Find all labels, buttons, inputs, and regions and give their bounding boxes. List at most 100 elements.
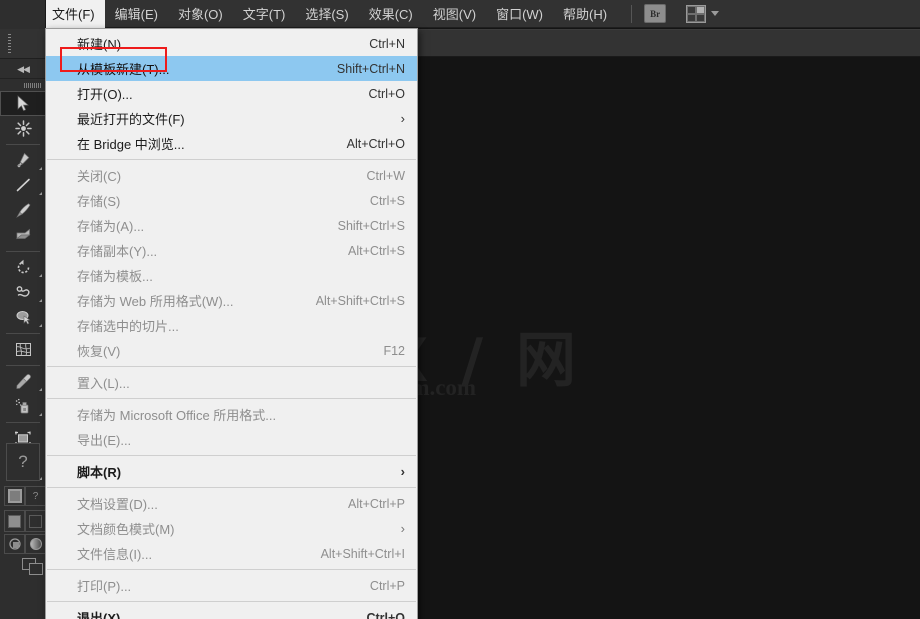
symbol-sprayer-tool[interactable] [0, 394, 46, 419]
default-fill-stroke-button[interactable] [4, 486, 25, 506]
menu-row-17[interactable]: 文档设置(D)... Alt+Ctrl+P [46, 491, 417, 516]
menu-row-label: 文件信息(I)... [77, 547, 153, 562]
menu-row-shortcut: F12 [383, 343, 405, 358]
menu-item-0[interactable]: 文件(F) [42, 0, 105, 28]
menu-row-7[interactable]: 存储为(A)... Shift+Ctrl+S [46, 213, 417, 238]
menu-row-label: 打印(P)... [77, 579, 132, 594]
menu-row-5[interactable]: 关闭(C) Ctrl+W [46, 163, 417, 188]
menu-row-20[interactable]: 打印(P)... Ctrl+P [46, 573, 417, 598]
menu-row-label: 置入(L)... [77, 376, 130, 391]
menu-row-label: 关闭(C) [77, 169, 122, 184]
menu-item-8[interactable]: 帮助(H) [553, 0, 617, 28]
placeholder-tool-button[interactable]: ? [6, 443, 40, 481]
menu-row-11[interactable]: 存储选中的切片... [46, 313, 417, 338]
menu-row-shortcut: Shift+Ctrl+N [336, 61, 405, 76]
menu-row-2[interactable]: 打开(O)... Ctrl+O [46, 81, 417, 106]
menu-row-label: 打开(O)... [77, 87, 133, 102]
stroke-swatch[interactable] [25, 510, 46, 532]
menu-row-13[interactable]: 置入(L)... [46, 370, 417, 395]
menu-separator [47, 159, 416, 160]
fill-swatch[interactable] [4, 510, 25, 532]
menu-row-label: 退出(X) [77, 611, 121, 619]
menu-row-shortcut: Alt+Shift+Ctrl+S [315, 293, 405, 308]
menu-row-19[interactable]: 文件信息(I)... Alt+Shift+Ctrl+I [46, 541, 417, 566]
screen-mode-button[interactable] [22, 558, 46, 576]
tool-group-indicator-icon [39, 413, 42, 416]
menu-row-4[interactable]: 在 Bridge 中浏览... Alt+Ctrl+O [46, 131, 417, 156]
bridge-icon[interactable]: Br [644, 4, 667, 23]
chevron-down-icon [711, 11, 720, 16]
menu-row-label: 导出(E)... [77, 433, 132, 448]
menu-row-8[interactable]: 存储副本(Y)... Alt+Ctrl+S [46, 238, 417, 263]
menu-row-label: 在 Bridge 中浏览... [77, 137, 185, 152]
line-segment-tool[interactable] [0, 173, 46, 198]
menu-row-3[interactable]: 最近打开的文件(F) › [46, 106, 417, 131]
menu-row-18[interactable]: 文档颜色模式(M) › [46, 516, 417, 541]
fill-stroke-row [4, 510, 46, 532]
swap-fill-stroke-button[interactable]: ? [25, 486, 46, 506]
menu-item-2[interactable]: 对象(O) [168, 0, 233, 28]
menu-row-0[interactable]: 新建(N)... Ctrl+N [46, 31, 417, 56]
menu-row-21[interactable]: 退出(X) Ctrl+Q [46, 605, 417, 619]
menu-row-label: 文档颜色模式(M) [77, 522, 175, 537]
menu-row-shortcut: Ctrl+S [369, 193, 405, 208]
menu-row-shortcut: Alt+Shift+Ctrl+I [320, 546, 405, 561]
paintbrush-tool[interactable] [0, 198, 46, 223]
menu-row-9[interactable]: 存储为模板... [46, 263, 417, 288]
menu-row-shortcut: Alt+Ctrl+O [346, 136, 405, 151]
menu-row-shortcut: Ctrl+N [369, 36, 405, 51]
menu-row-label: 存储(S) [77, 194, 121, 209]
illustrator-window: Ai 文件(F)编辑(E)对象(O)文字(T)选择(S)效果(C)视图(V)窗口… [0, 0, 920, 619]
tools-panel-drag-handle[interactable] [0, 29, 46, 59]
menu-separator [47, 366, 416, 367]
menu-separator [47, 569, 416, 570]
menu-row-label: 存储副本(Y)... [77, 244, 158, 259]
selection-tool[interactable] [0, 91, 46, 116]
file-menu-dropdown[interactable]: 新建(N)... Ctrl+N 从模板新建(T)... Shift+Ctrl+N 打开(… [45, 28, 418, 619]
collapse-panel-button[interactable]: ◀◀ [0, 60, 46, 79]
menu-item-6[interactable]: 视图(V) [423, 0, 486, 28]
rotate-tool[interactable] [0, 255, 46, 280]
tool-group-indicator-icon [39, 388, 42, 391]
chevron-right-icon: › [400, 464, 405, 479]
blob-brush-tool[interactable] [0, 223, 46, 248]
menu-item-3[interactable]: 文字(T) [233, 0, 296, 28]
tool-group-indicator-icon [39, 167, 42, 170]
menu-row-10[interactable]: 存储为 Web 所用格式(W)... Alt+Shift+Ctrl+S [46, 288, 417, 313]
eyedropper-tool[interactable] [0, 369, 46, 394]
color-mode-button[interactable] [4, 534, 25, 554]
menu-row-label: 新建(N)... [77, 37, 132, 52]
scale-warp-tool[interactable] [0, 280, 46, 305]
menu-row-label: 存储为 Web 所用格式(W)... [77, 294, 234, 309]
tools-divider [6, 144, 40, 145]
tools-divider [6, 333, 40, 334]
menu-row-shortcut: Shift+Ctrl+S [337, 218, 405, 233]
menu-row-12[interactable]: 恢复(V) F12 [46, 338, 417, 363]
menu-row-6[interactable]: 存储(S) Ctrl+S [46, 188, 417, 213]
menu-row-14[interactable]: 存储为 Microsoft Office 所用格式... [46, 402, 417, 427]
menu-row-label: 恢复(V) [77, 344, 121, 359]
tool-group-indicator-icon [39, 192, 42, 195]
menu-separator [47, 487, 416, 488]
menu-row-label: 最近打开的文件(F) [77, 112, 185, 127]
menu-item-4[interactable]: 选择(S) [295, 0, 358, 28]
tool-group-indicator-icon [39, 274, 42, 277]
gradient-mode-button[interactable] [25, 534, 46, 554]
menu-item-7[interactable]: 窗口(W) [486, 0, 553, 28]
pen-tool[interactable] [0, 148, 46, 173]
tool-group-indicator-icon [39, 324, 42, 327]
menu-row-1[interactable]: 从模板新建(T)... Shift+Ctrl+N [46, 56, 417, 81]
menu-item-5[interactable]: 效果(C) [359, 0, 423, 28]
magic-wand-tool[interactable] [0, 116, 46, 141]
mesh-tool[interactable] [0, 337, 46, 362]
arrange-documents-button[interactable] [686, 4, 720, 23]
menu-row-15[interactable]: 导出(E)... [46, 427, 417, 452]
drag-dots-icon [8, 34, 11, 54]
menu-row-label: 脚本(R) [77, 465, 122, 480]
menu-item-1[interactable]: 编辑(E) [105, 0, 168, 28]
menu-row-label: 文档设置(D)... [77, 497, 158, 512]
menu-row-16[interactable]: 脚本(R) › [46, 459, 417, 484]
menu-row-shortcut: Ctrl+W [366, 168, 405, 183]
tools-divider [6, 365, 40, 366]
free-transform-tool[interactable] [0, 305, 46, 330]
